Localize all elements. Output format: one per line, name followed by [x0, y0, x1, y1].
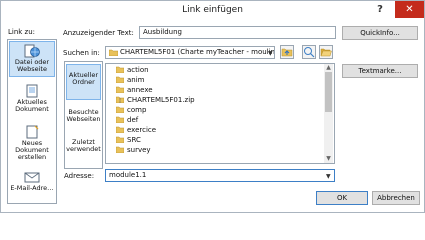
list-item[interactable]: annexe	[116, 85, 153, 95]
list-item[interactable]: survey	[116, 145, 151, 155]
look-in-value: CHARTEML5F01 (Charte myTeacher - moulina	[120, 48, 275, 56]
globe-file-icon	[24, 44, 40, 58]
nav-browsed-pages[interactable]: Besuchte Webseiten	[66, 106, 101, 130]
link-to-current-document[interactable]: Aktuelles Dokument	[9, 82, 55, 118]
nav-current-folder[interactable]: Aktueller Ordner	[66, 64, 101, 100]
file-name: CHARTEML5F01.zip	[127, 96, 195, 104]
browse-web-button[interactable]	[302, 45, 316, 59]
folder-icon	[116, 116, 124, 123]
file-list-scrollbar[interactable]: ▲ ▼	[324, 64, 333, 163]
file-name: def	[127, 116, 139, 124]
display-text-input[interactable]: Ausbildung	[139, 26, 336, 39]
file-name: SRC	[127, 136, 141, 144]
open-folder-icon	[320, 48, 332, 57]
scroll-up-icon[interactable]: ▲	[324, 64, 333, 72]
browse-web-icon	[304, 47, 315, 58]
scroll-thumb[interactable]	[325, 72, 332, 112]
quickinfo-button[interactable]: QuickInfo...	[342, 26, 418, 40]
address-input[interactable]: module1.1	[105, 169, 335, 182]
link-to-sidebar: Datei oder Webseite Aktuelles Dokument N…	[7, 39, 57, 204]
link-to-new-document[interactable]: Neues Dokument erstellen	[9, 123, 55, 163]
look-in-label: Suchen in:	[63, 49, 100, 57]
folder-up-icon	[281, 48, 293, 57]
link-to-email-label: E-Mail-Adre…	[10, 184, 54, 192]
file-name: survey	[127, 146, 151, 154]
up-one-folder-button[interactable]	[280, 45, 294, 59]
email-icon	[24, 172, 40, 183]
list-item[interactable]: action	[116, 65, 149, 75]
file-name: action	[127, 66, 149, 74]
cancel-button[interactable]: Abbrechen	[372, 191, 420, 205]
look-in-select[interactable]: CHARTEML5F01 (Charte myTeacher - moulina	[105, 46, 275, 59]
list-item[interactable]: SRC	[116, 135, 141, 145]
link-to-email-address[interactable]: E-Mail-Adre…	[9, 168, 55, 204]
display-text-label: Anzuzeigender Text:	[63, 29, 134, 37]
address-label: Adresse:	[64, 172, 95, 180]
folder-icon	[116, 146, 124, 153]
bookmark-button[interactable]: Textmarke...	[342, 64, 418, 78]
browse-file-button[interactable]	[319, 45, 333, 59]
zip-file-icon	[116, 96, 124, 103]
look-in-nav: Aktueller Ordner Besuchte Webseiten Zule…	[64, 61, 103, 169]
file-name: exercice	[127, 126, 157, 134]
insert-link-dialog: Link einfügen ? ✕ Link zu: Datei oder We…	[0, 0, 425, 213]
chevron-down-icon[interactable]: ▼	[326, 173, 331, 180]
list-item[interactable]: anim	[116, 75, 145, 85]
file-list: action anim annexe CHARTEML5F01.zip comp…	[105, 63, 335, 164]
folder-icon	[116, 66, 124, 73]
folder-icon	[109, 49, 118, 56]
list-item[interactable]: comp	[116, 105, 146, 115]
link-to-file-or-webpage[interactable]: Datei oder Webseite	[9, 41, 55, 77]
folder-icon	[116, 76, 124, 83]
chevron-down-icon[interactable]: ▼	[268, 50, 273, 57]
help-button[interactable]: ?	[373, 3, 387, 17]
new-document-icon	[26, 125, 39, 139]
link-to-label: Link zu:	[8, 28, 36, 36]
list-item[interactable]: def	[116, 115, 138, 125]
file-name: annexe	[127, 86, 153, 94]
document-icon	[26, 84, 38, 98]
ok-button[interactable]: OK	[316, 191, 368, 205]
nav-recent-files[interactable]: Zuletzt verwendet	[66, 136, 101, 160]
folder-icon	[116, 86, 124, 93]
file-name: anim	[127, 76, 145, 84]
list-item[interactable]: CHARTEML5F01.zip	[116, 95, 195, 105]
close-button[interactable]: ✕	[395, 1, 424, 18]
title-bar: Link einfügen ? ✕	[1, 1, 424, 21]
list-item[interactable]: exercice	[116, 125, 156, 135]
link-to-file-label: Datei oder Webseite	[14, 58, 50, 73]
folder-icon	[116, 126, 124, 133]
address-value: module1.1	[109, 171, 147, 179]
dialog-title: Link einfügen	[182, 5, 243, 15]
link-to-new-document-label: Neues Dokument erstellen	[15, 139, 49, 161]
file-name: comp	[127, 106, 147, 114]
folder-icon	[116, 136, 124, 143]
scroll-down-icon[interactable]: ▼	[324, 155, 333, 163]
folder-icon	[116, 106, 124, 113]
link-to-current-document-label: Aktuelles Dokument	[15, 98, 49, 113]
